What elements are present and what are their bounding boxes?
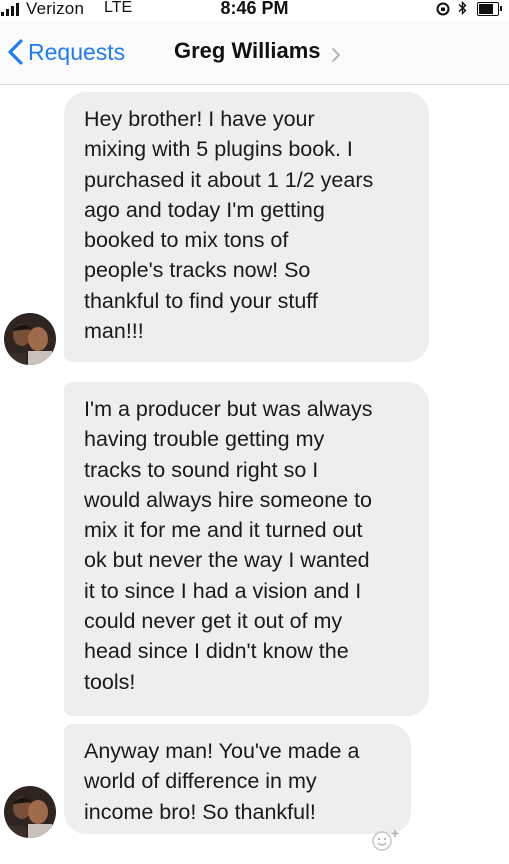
clock-time: 8:46 PM [220, 0, 289, 18]
chevron-left-icon [6, 37, 26, 67]
battery-icon [477, 2, 502, 16]
chevron-right-icon [331, 43, 341, 62]
back-button[interactable]: Requests [6, 36, 125, 68]
message-bubble[interactable]: Hey brother! I have your mixing with 5 p… [64, 92, 429, 362]
contact-name: Greg Williams [174, 38, 321, 63]
message-bubble[interactable]: Anyway man! You've made a world of diffe… [64, 724, 411, 834]
status-bar: Verizon LTE 8:46 PM [0, 0, 509, 22]
contact-name-button[interactable]: Greg Williams [174, 38, 341, 64]
conversation-header: Requests Greg Williams [0, 22, 509, 85]
avatar[interactable] [4, 786, 56, 838]
rotation-lock-icon [436, 2, 450, 16]
avatar[interactable] [4, 313, 56, 365]
smiley-plus-icon[interactable] [368, 826, 404, 852]
message-bubble[interactable]: I'm a producer but was always having tro… [64, 382, 429, 716]
status-icons [436, 0, 502, 18]
bluetooth-icon [458, 0, 467, 18]
back-label: Requests [28, 38, 126, 65]
